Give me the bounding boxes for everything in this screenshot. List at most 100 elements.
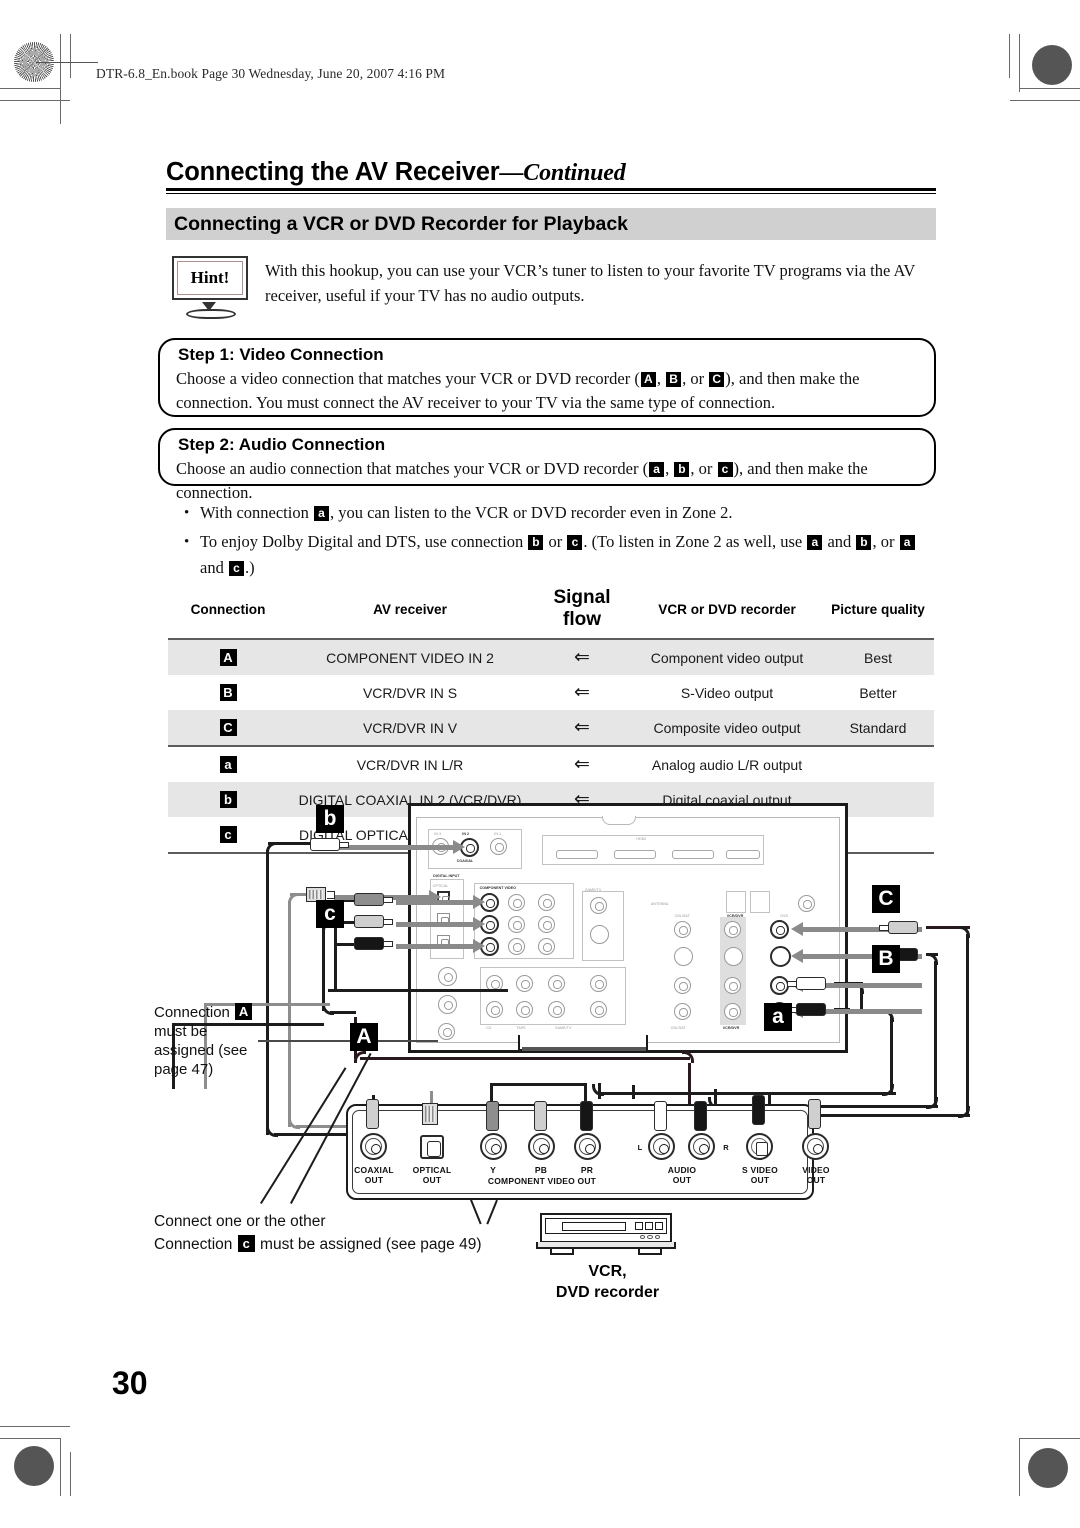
badge-a: a — [219, 756, 237, 773]
col-vcr-dvd: VCR or DVD recorder — [658, 601, 796, 617]
vcr-dvr-video-in-jack[interactable] — [770, 920, 789, 939]
vcr-tape-slot — [562, 1222, 626, 1231]
plug-barrel — [808, 1099, 821, 1129]
plug-barrel — [354, 937, 384, 950]
badge-B: B — [219, 684, 237, 701]
vcr-optical-out-jack[interactable] — [420, 1135, 444, 1159]
vcr-video-out-label-2: OUT — [806, 1175, 826, 1185]
vcr-audio-r-marker: R — [723, 1143, 729, 1152]
row-receiver: VCR/DVR IN L/R — [288, 745, 532, 782]
table-row: C VCR/DVR IN V ⇐ Composite video output … — [168, 710, 934, 746]
vcr-component-pb-jack[interactable] — [528, 1133, 555, 1160]
plug-barrel — [580, 1101, 593, 1131]
bullet-2-mid5: and — [200, 558, 228, 577]
plug-barrel — [366, 1099, 379, 1129]
bullet-2-mid3: and — [823, 532, 856, 551]
cbl-sat-video-jack — [674, 921, 691, 938]
cable-comp-pr-h — [336, 943, 356, 947]
vcr-svideo-out-jack[interactable] — [746, 1133, 773, 1160]
vcr-component-pr-jack[interactable] — [574, 1133, 601, 1160]
badge-c-inline: c — [717, 462, 733, 477]
vcr-dvr-video-in-jack-mid — [724, 921, 741, 938]
hdmi-label: HDMI — [636, 836, 646, 841]
vcr-component-y-label: Y — [490, 1165, 496, 1175]
row-receiver: VCR/DVR IN V — [288, 710, 532, 746]
row-receiver: VCR/DVR IN S — [362, 684, 458, 701]
vcr-optical-out-label-1: OPTICAL — [412, 1165, 452, 1175]
table-row: B VCR/DVR IN S ⇐ S-Video output Better — [168, 675, 934, 710]
vcr-panel-brace — [470, 1200, 498, 1224]
antenna-fm-terminal — [750, 891, 770, 913]
plug-barrel — [752, 1095, 765, 1125]
cbl-sat-label-top: CBL/SAT — [674, 913, 690, 918]
col-av-receiver: AV receiver — [373, 601, 447, 617]
row-flow-arrow: ⇐ — [532, 710, 632, 746]
col-signal-flow: Signal flow — [553, 587, 611, 630]
tv-hint-icon: Hint! — [172, 256, 258, 319]
badge-a-inline: a — [649, 462, 665, 477]
step-1-text-a: Choose a video connection that matches y… — [176, 369, 640, 388]
vcr-leg-right — [638, 1249, 662, 1255]
component-in1-y-jack — [508, 894, 525, 911]
row-quality — [822, 745, 934, 782]
vcr-coaxial-out-jack[interactable] — [360, 1133, 387, 1160]
cbl-sat-audio-r-jack — [674, 1003, 691, 1020]
note-connection-a-assign: Connection A must be assigned (see page … — [154, 1003, 264, 1079]
vcr-audio-l-marker: L — [637, 1143, 643, 1152]
note-leader-line — [258, 1040, 438, 1042]
badge-c-inline: c — [567, 535, 583, 550]
receiver-foot-shadow — [522, 1047, 646, 1051]
vcr-dvr-audio-l-mid-jack — [724, 977, 741, 994]
vcr-leg-left — [550, 1249, 574, 1255]
vcr-optical-plug — [422, 1103, 438, 1125]
step-2-box: Step 2: Audio Connection Choose an audio… — [158, 428, 936, 502]
vcr-component-pb-label: PB — [534, 1165, 548, 1175]
coax-in3-label: IN 3 — [434, 831, 442, 836]
note-left-pre: Connection — [154, 1004, 235, 1021]
vcr-caption-line-1: VCR, — [588, 1263, 627, 1280]
badge-b-diagram: b — [316, 805, 344, 833]
arrow-to-component-pr — [396, 939, 485, 953]
badge-C-inline: C — [709, 372, 725, 387]
cbl-sat-svideo-jack — [674, 947, 693, 966]
bullet-2-post: .) — [244, 558, 255, 577]
digital-input-label: DIGITAL INPUT — [433, 873, 460, 878]
game-tv-svideo-jack — [590, 925, 609, 944]
cable-comp-pb-v — [322, 921, 326, 1011]
vcr-dvr-svideo-in-jack[interactable] — [770, 946, 791, 967]
plug-tip — [340, 841, 349, 848]
coax-in2-label: IN 2 — [462, 831, 470, 836]
vcr-audio-r-jack[interactable] — [688, 1133, 715, 1160]
step-1-text: Choose a video connection that matches y… — [176, 369, 860, 412]
component-in1-pb-jack — [508, 916, 525, 933]
cable-coaxial-down — [266, 850, 270, 1135]
component-in1-pr-jack — [508, 938, 525, 955]
hdmi-in3-port — [556, 850, 598, 859]
plug-barrel — [534, 1101, 547, 1131]
hdmi-in2-port — [614, 850, 656, 859]
vcr-video-out-jack[interactable] — [802, 1133, 829, 1160]
cbl-sat-audio-l-jack — [674, 977, 691, 994]
antenna-fm-coax-jack — [798, 895, 815, 912]
vcr-dvr-audio-r-mid-jack — [724, 1003, 741, 1020]
front-audio-r-jack — [438, 995, 457, 1014]
plug-barrel — [354, 893, 384, 906]
badge-A-diagram: A — [350, 1023, 378, 1051]
game-tv-label: GAME/TV — [584, 887, 602, 892]
row-badge-cell: A — [168, 638, 288, 675]
arrow-to-component-y — [396, 895, 485, 909]
badge-c-diagram: c — [316, 900, 344, 928]
row-flow-arrow: ⇐ — [574, 682, 590, 703]
arrow-to-component-pb — [396, 917, 485, 931]
cbl-sat-label-bottom: CBL/SAT — [670, 1025, 686, 1030]
col-picture-quality: Picture quality — [831, 601, 925, 617]
cable-a-down — [890, 1016, 894, 1094]
table-row: A COMPONENT VIDEO IN 2 ⇐ Component video… — [168, 638, 934, 675]
optical-label: OPTICAL — [432, 883, 449, 888]
row-device: Component video output — [632, 638, 822, 675]
badge-b-inline: b — [674, 462, 690, 477]
vcr-component-y-jack[interactable] — [480, 1133, 507, 1160]
cable-a-to-jack-r — [632, 1085, 636, 1099]
vcr-audio-l-jack[interactable] — [648, 1133, 675, 1160]
cable-corner — [266, 1125, 278, 1137]
